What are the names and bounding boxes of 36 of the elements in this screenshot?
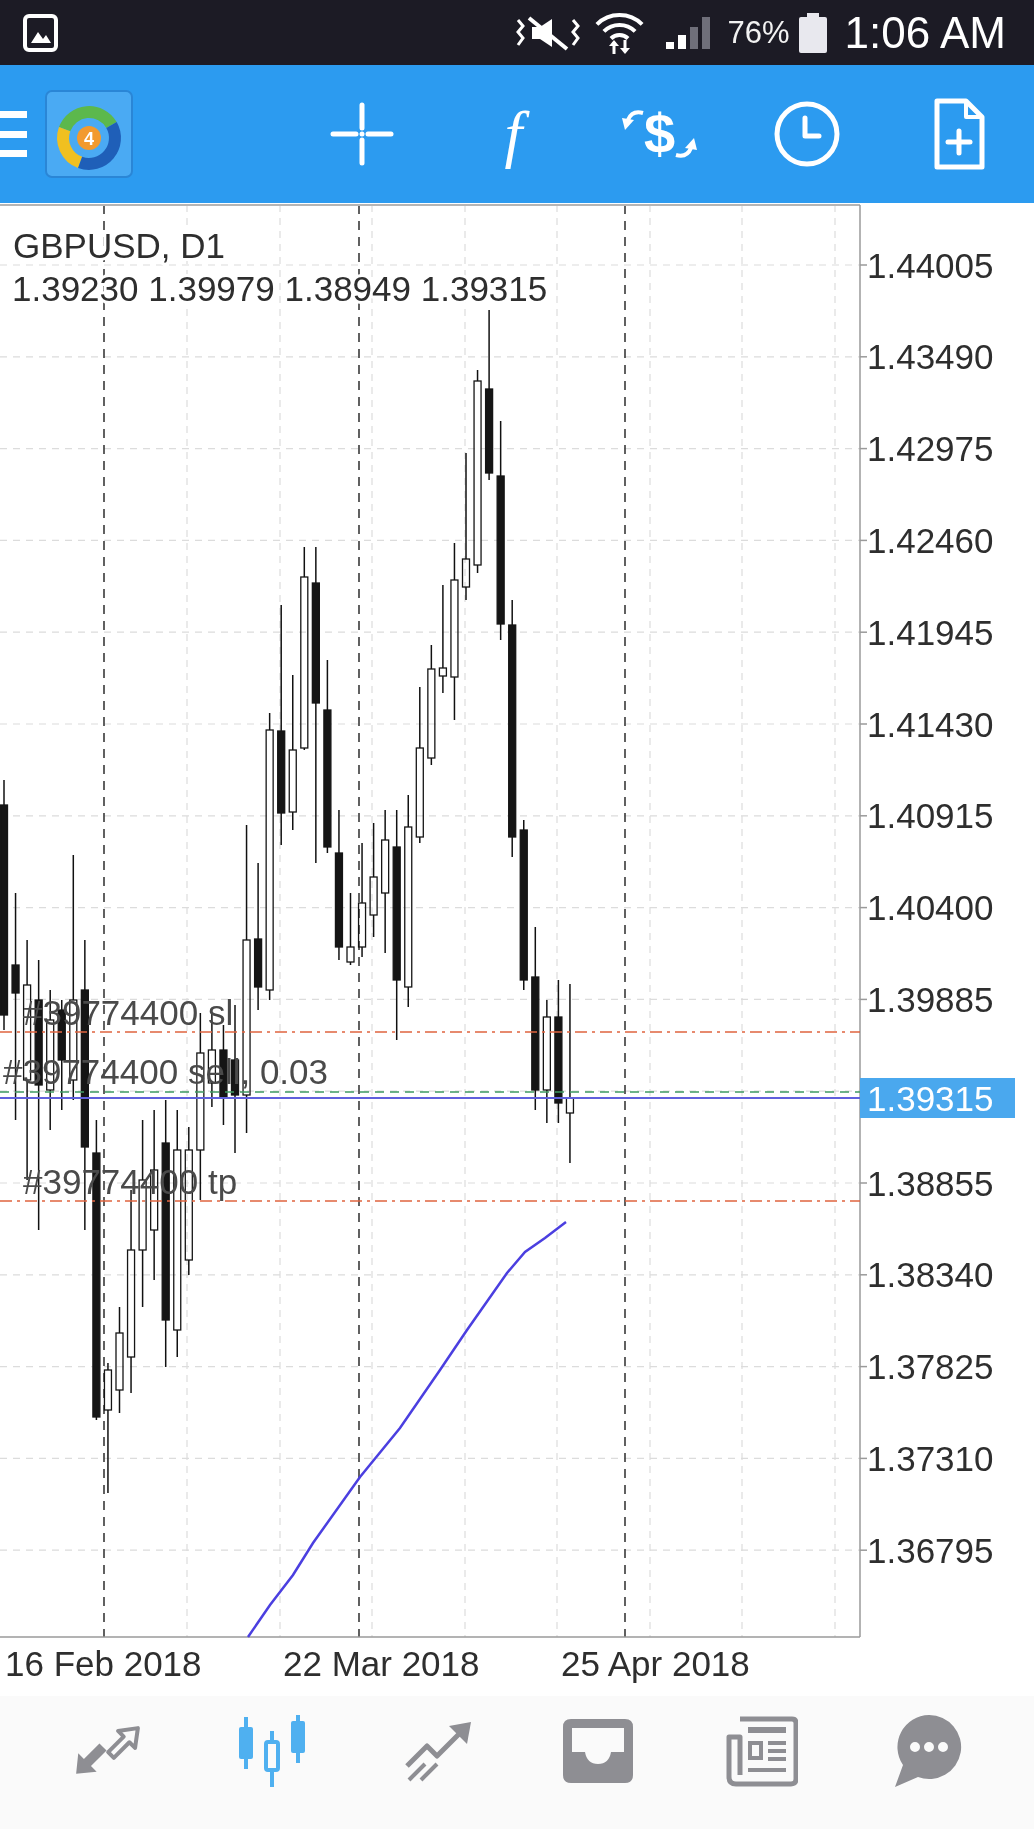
price-label: 1.39885 (867, 979, 994, 1019)
signal-icon (665, 16, 710, 49)
newspaper-icon (726, 1714, 799, 1787)
price-label: 1.43490 (867, 337, 994, 377)
ohlc-values: 1.39230 1.39979 1.38949 1.39315 (12, 268, 548, 308)
battery-percent: 76% (727, 17, 790, 48)
muted-speaker-icon (513, 14, 582, 51)
add-document-icon[interactable] (932, 96, 987, 172)
price-label: 1.42460 (867, 520, 994, 560)
clock-icon[interactable] (774, 101, 841, 167)
app-logo: 4 (45, 90, 133, 178)
date-label: 22 Mar 2018 (283, 1643, 480, 1683)
price-label: 1.40915 (867, 796, 994, 836)
current-price-tag: 1.39315 (860, 1078, 1015, 1118)
price-label: 1.40400 (867, 888, 994, 928)
menu-icon[interactable] (0, 111, 27, 157)
trade-button[interactable]: $ (622, 106, 698, 162)
nav-tab[interactable] (563, 1718, 634, 1783)
crosshair-icon[interactable] (330, 102, 394, 166)
price-label: 1.37310 (867, 1438, 994, 1478)
nav-tab[interactable] (726, 1714, 799, 1787)
date-label: 25 Apr 2018 (561, 1643, 750, 1683)
price-label: 1.41945 (867, 612, 994, 652)
date-label: 16 Feb 2018 (5, 1643, 202, 1683)
price-label: 1.38340 (867, 1255, 994, 1295)
inbox-tray-icon (563, 1718, 634, 1783)
price-label: 1.42975 (867, 429, 994, 469)
price-label: 1.44005 (867, 245, 994, 285)
price-label: 1.37825 (867, 1347, 994, 1387)
price-label: 1.38855 (867, 1163, 994, 1203)
symbol-title: GBPUSD, D1 (13, 225, 225, 265)
price-label: 1.41430 (867, 704, 994, 744)
image-icon (23, 13, 58, 52)
clock-time: 1:06 AM (844, 10, 1006, 55)
price-label: 1.36795 (867, 1530, 994, 1570)
battery-icon (798, 12, 827, 53)
